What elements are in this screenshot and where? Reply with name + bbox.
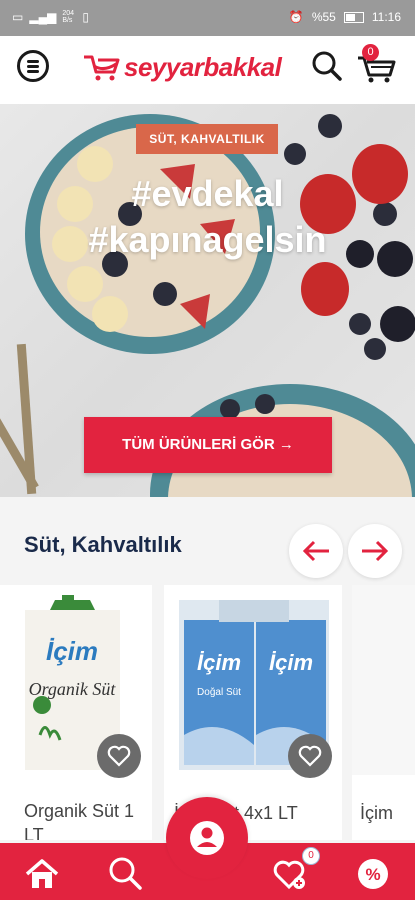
prev-button[interactable] bbox=[289, 524, 343, 578]
hero-banner[interactable]: SÜT, KAHVALTILIK #evdekal #kapınagelsin … bbox=[0, 104, 415, 497]
hashtag-line-1: #evdekal bbox=[131, 173, 284, 214]
brand-mark-2: İçim bbox=[269, 650, 313, 675]
next-button[interactable] bbox=[348, 524, 402, 578]
favorite-button[interactable] bbox=[97, 734, 141, 778]
profile-icon bbox=[190, 821, 224, 855]
product-name[interactable]: Organik Süt 1 LT bbox=[24, 799, 152, 840]
status-bar: ▭ ▂▄▆ 204 B/s ▯ ⏰ %55 11:16 bbox=[0, 0, 415, 36]
arrow-right-icon bbox=[362, 540, 389, 562]
section-title: Süt, Kahvaltılık bbox=[24, 532, 182, 557]
home-icon[interactable] bbox=[24, 857, 60, 891]
brand-name: seyyarbakkal bbox=[124, 51, 282, 82]
product-image bbox=[352, 585, 415, 775]
search-icon[interactable] bbox=[107, 855, 143, 891]
product-card[interactable]: İçim bbox=[352, 585, 415, 840]
product-label: Organik Süt bbox=[29, 679, 117, 699]
menu-icon bbox=[27, 60, 39, 63]
favorites-badge: 0 bbox=[302, 847, 320, 865]
product-label: Doğal Süt bbox=[197, 687, 241, 698]
menu-button[interactable] bbox=[17, 50, 49, 82]
net-speed: 204 B/s bbox=[62, 10, 74, 24]
cart-badge: 0 bbox=[362, 44, 379, 61]
app-header: seyyarbakkal 0 bbox=[0, 36, 415, 104]
brand-logo[interactable]: seyyarbakkal bbox=[82, 49, 282, 85]
svg-text:%: % bbox=[365, 865, 380, 884]
logo-cart-icon bbox=[84, 55, 120, 81]
all-products-button[interactable]: TÜM ÜRÜNLERİ GÖR → bbox=[84, 417, 332, 473]
menu-icon-bar bbox=[27, 65, 39, 68]
signal-icon: ▂▄▆ bbox=[29, 10, 57, 24]
heart-icon bbox=[107, 745, 131, 767]
favorite-button[interactable] bbox=[288, 734, 332, 778]
vibrate-icon: ▯ bbox=[82, 10, 89, 24]
sim-icon: ▭ bbox=[12, 10, 24, 24]
hashtag-line-2: #kapınagelsin bbox=[88, 219, 327, 260]
battery-level: %55 bbox=[311, 10, 336, 24]
category-tag: SÜT, KAHVALTILIK bbox=[136, 124, 278, 154]
brand-mark: İçim bbox=[197, 650, 241, 675]
alarm-icon: ⏰ bbox=[288, 10, 304, 24]
clock: 11:16 bbox=[371, 10, 401, 24]
product-card[interactable]: İçim Organik Süt Organik Süt 1 LT bbox=[0, 585, 152, 840]
product-name[interactable]: İçim bbox=[360, 803, 393, 824]
discount-icon[interactable]: % bbox=[356, 857, 390, 891]
heart-icon bbox=[298, 745, 322, 767]
brand-mark: İçim bbox=[46, 636, 98, 666]
hero-hashtags: #evdekal #kapınagelsin bbox=[0, 171, 415, 263]
cart-button[interactable]: 0 bbox=[354, 44, 398, 84]
profile-button[interactable] bbox=[166, 797, 248, 879]
favorites-icon[interactable] bbox=[272, 857, 308, 891]
battery-icon bbox=[343, 11, 364, 23]
search-icon[interactable] bbox=[311, 50, 343, 82]
menu-icon-bar bbox=[27, 70, 39, 73]
arrow-left-icon bbox=[302, 540, 329, 562]
